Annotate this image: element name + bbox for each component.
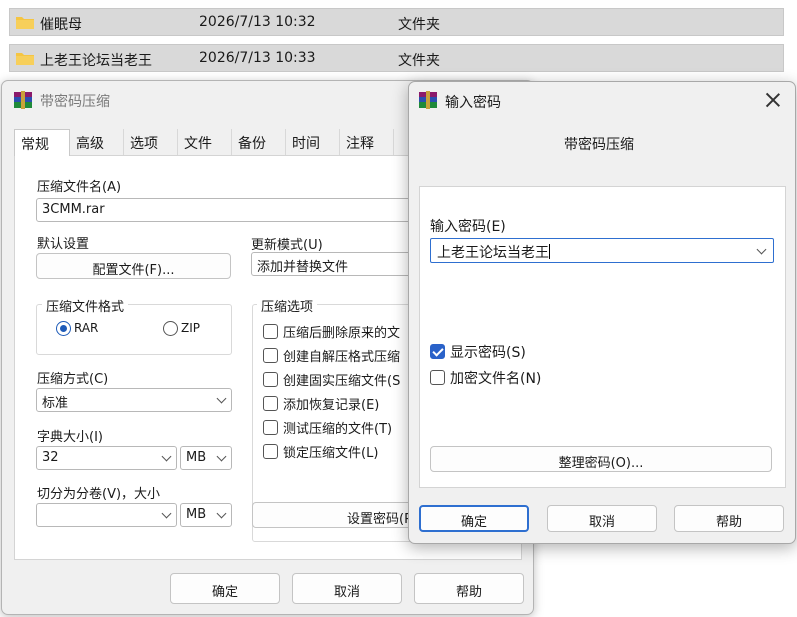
rar-radio[interactable] bbox=[56, 321, 71, 336]
chevron-down-icon bbox=[216, 393, 227, 404]
password-label: 输入密码(E) bbox=[430, 219, 506, 235]
split-unit: MB bbox=[186, 507, 207, 522]
delete-after-label: 压缩后删除原来的文 bbox=[283, 326, 401, 341]
file-name: 催眠母 bbox=[40, 17, 82, 33]
split-size-input[interactable] bbox=[36, 503, 177, 527]
password-input[interactable]: 上老王论坛当老王 bbox=[430, 238, 774, 263]
dict-select[interactable]: 32 bbox=[36, 446, 177, 470]
dict-value: 32 bbox=[42, 450, 59, 465]
profiles-button[interactable]: 配置文件(F)... bbox=[36, 253, 231, 279]
tab-options[interactable]: 选项 bbox=[124, 129, 178, 156]
organize-passwords-button[interactable]: 整理密码(O)... bbox=[430, 446, 772, 472]
sfx-checkbox[interactable] bbox=[263, 348, 278, 363]
lock-label: 锁定压缩文件(L) bbox=[283, 446, 379, 461]
winrar-icon bbox=[419, 91, 437, 109]
tab-general[interactable]: 常规 bbox=[14, 129, 70, 156]
file-name: 上老王论坛当老王 bbox=[40, 53, 152, 69]
format-group-title: 压缩文件格式 bbox=[42, 296, 129, 315]
encrypt-names-label: 加密文件名(N) bbox=[450, 371, 542, 387]
ok-button[interactable]: 确定 bbox=[419, 505, 529, 532]
folder-icon bbox=[16, 17, 34, 29]
password-value: 上老王论坛当老王 bbox=[437, 245, 549, 261]
folder-icon bbox=[16, 53, 34, 65]
chevron-down-icon bbox=[216, 508, 227, 519]
cancel-button[interactable]: 取消 bbox=[547, 505, 657, 532]
chevron-down-icon bbox=[161, 451, 172, 462]
explorer-row-2[interactable]: 上老王论坛当老王 2026/7/13 10:33 文件夹 bbox=[9, 44, 784, 72]
encrypt-names-checkbox[interactable] bbox=[430, 370, 445, 385]
title-bar[interactable]: 输入密码 bbox=[409, 82, 795, 120]
recovery-label: 添加恢复记录(E) bbox=[283, 398, 380, 413]
dialog-title: 输入密码 bbox=[445, 95, 501, 111]
default-settings-label: 默认设置 bbox=[37, 237, 90, 252]
help-button[interactable]: 帮助 bbox=[414, 573, 524, 604]
method-label: 压缩方式(C) bbox=[37, 372, 109, 387]
solid-checkbox[interactable] bbox=[263, 372, 278, 387]
dialog-subtitle: 带密码压缩 bbox=[564, 137, 634, 153]
ok-button[interactable]: 确定 bbox=[170, 573, 280, 604]
split-unit-select[interactable]: MB bbox=[180, 503, 232, 527]
file-date: 2026/7/13 10:32 bbox=[199, 14, 316, 30]
solid-label: 创建固实压缩文件(S bbox=[283, 374, 401, 389]
method-value: 标准 bbox=[42, 396, 69, 411]
recovery-checkbox[interactable] bbox=[263, 396, 278, 411]
password-dialog: 输入密码 带密码压缩 输入密码(E) 上老王论坛当老王 显示密码(S) 加密文件… bbox=[408, 81, 796, 544]
tab-backup[interactable]: 备份 bbox=[232, 129, 286, 156]
tab-advanced[interactable]: 高级 bbox=[70, 129, 124, 156]
method-select[interactable]: 标准 bbox=[36, 388, 232, 412]
show-password-checkbox[interactable] bbox=[430, 344, 445, 359]
split-label: 切分为分卷(V)，大小 bbox=[37, 487, 161, 502]
test-checkbox[interactable] bbox=[263, 420, 278, 435]
sfx-label: 创建自解压格式压缩 bbox=[283, 350, 401, 365]
tab-files[interactable]: 文件 bbox=[178, 129, 232, 156]
test-label: 测试压缩的文件(T) bbox=[283, 422, 393, 437]
explorer-row-1[interactable]: 催眠母 2026/7/13 10:32 文件夹 bbox=[9, 8, 784, 36]
show-password-label: 显示密码(S) bbox=[450, 345, 526, 361]
file-type: 文件夹 bbox=[398, 53, 440, 69]
rar-label: RAR bbox=[74, 321, 99, 335]
tab-comment[interactable]: 注释 bbox=[340, 129, 394, 156]
chevron-down-icon[interactable] bbox=[756, 244, 767, 255]
delete-after-checkbox[interactable] bbox=[263, 324, 278, 339]
lock-checkbox[interactable] bbox=[263, 444, 278, 459]
dict-unit-select[interactable]: MB bbox=[180, 446, 232, 470]
dialog-title: 带密码压缩 bbox=[40, 94, 110, 110]
file-type: 文件夹 bbox=[398, 17, 440, 33]
close-icon[interactable] bbox=[765, 92, 781, 108]
text-caret bbox=[549, 244, 550, 259]
update-mode-label: 更新模式(U) bbox=[251, 238, 323, 253]
chevron-down-icon bbox=[216, 451, 227, 462]
options-group-title: 压缩选项 bbox=[257, 296, 318, 315]
tab-time[interactable]: 时间 bbox=[286, 129, 340, 156]
cancel-button[interactable]: 取消 bbox=[292, 573, 402, 604]
dict-unit: MB bbox=[186, 450, 207, 465]
chevron-down-icon bbox=[161, 508, 172, 519]
file-date: 2026/7/13 10:33 bbox=[199, 50, 316, 66]
dict-label: 字典大小(I) bbox=[37, 430, 103, 445]
archive-name-label: 压缩文件名(A) bbox=[37, 180, 122, 195]
help-button[interactable]: 帮助 bbox=[674, 505, 784, 532]
zip-radio[interactable] bbox=[163, 321, 178, 336]
zip-label: ZIP bbox=[181, 321, 200, 335]
winrar-icon bbox=[14, 91, 32, 109]
